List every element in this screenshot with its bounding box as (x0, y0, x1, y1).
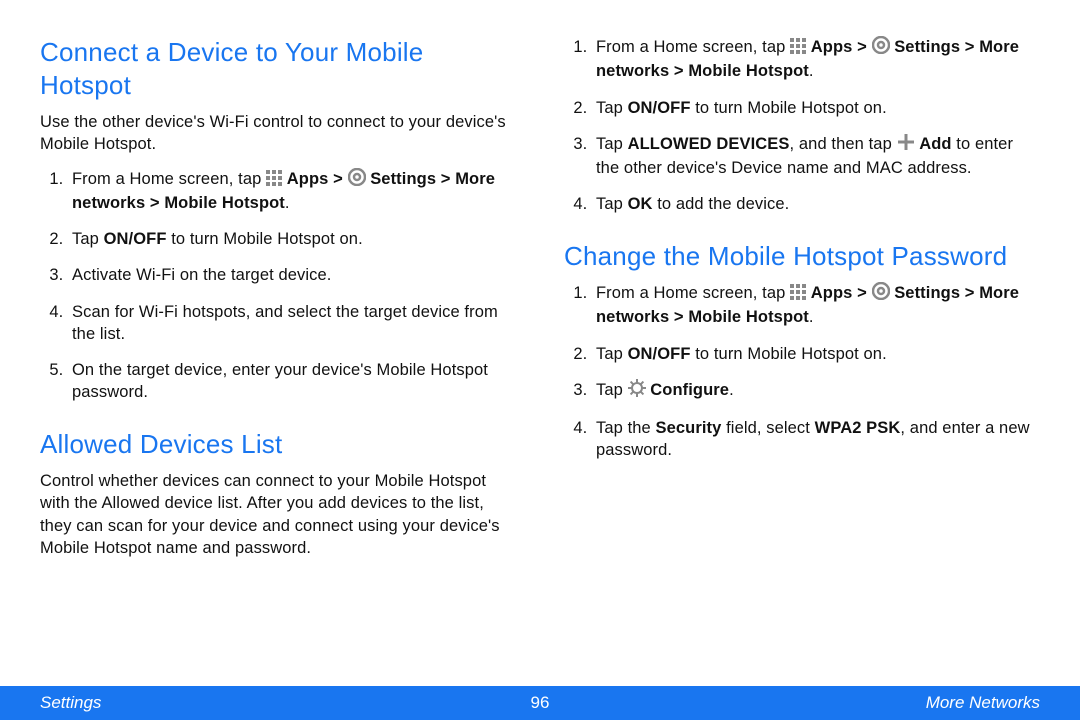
footer-right: More Networks (926, 693, 1040, 713)
text: to turn Mobile Hotspot on. (691, 345, 887, 363)
apps-grid-icon (790, 38, 806, 60)
intro-connect: Use the other device's Wi-Fi control to … (40, 111, 516, 156)
bold: Security (656, 419, 722, 437)
page-body: Connect a Device to Your Mobile Hotspot … (0, 0, 1080, 680)
text: . (729, 381, 734, 399)
gear-cog-icon (628, 379, 646, 403)
page-number: 96 (531, 693, 550, 713)
left-column: Connect a Device to Your Mobile Hotspot … (40, 36, 516, 680)
text: Tap (596, 345, 628, 363)
text: , and then tap (790, 135, 897, 153)
intro-allowed: Control whether devices can connect to y… (40, 470, 516, 559)
bold: WPA2 PSK (815, 419, 901, 437)
step: Tap ALLOWED DEVICES, and then tap Add to… (592, 133, 1040, 180)
bold: ON/OFF (104, 230, 167, 248)
steps-connect: From a Home screen, tap Apps > Settings … (40, 168, 516, 404)
step: On the target device, enter your device'… (68, 359, 516, 404)
bold: ON/OFF (628, 99, 691, 117)
heading-password: Change the Mobile Hotspot Password (564, 240, 1040, 273)
plus-icon (897, 133, 915, 157)
bold: Configure (650, 381, 729, 399)
page-footer: Settings 96 More Networks (0, 686, 1080, 720)
steps-password: From a Home screen, tap Apps > Settings … (564, 282, 1040, 462)
step: Tap OK to add the device. (592, 193, 1040, 215)
step: Tap ON/OFF to turn Mobile Hotspot on. (592, 343, 1040, 365)
text: . (809, 308, 814, 326)
step: Tap the Security field, select WPA2 PSK,… (592, 417, 1040, 462)
step: From a Home screen, tap Apps > Settings … (592, 36, 1040, 83)
text: to turn Mobile Hotspot on. (691, 99, 887, 117)
text: From a Home screen, tap (596, 284, 790, 302)
bold: Apps > (811, 284, 872, 302)
steps-allowed: From a Home screen, tap Apps > Settings … (564, 36, 1040, 216)
apps-grid-icon (266, 170, 282, 192)
bold: Apps > (811, 38, 872, 56)
step: From a Home screen, tap Apps > Settings … (592, 282, 1040, 329)
step: Tap ON/OFF to turn Mobile Hotspot on. (68, 228, 516, 250)
settings-ring-icon (348, 168, 366, 192)
bold: ON/OFF (628, 345, 691, 363)
step: Tap Configure. (592, 379, 1040, 403)
bold: OK (628, 195, 653, 213)
settings-ring-icon (872, 36, 890, 60)
footer-left: Settings (40, 693, 101, 713)
text: to add the device. (653, 195, 790, 213)
settings-ring-icon (872, 282, 890, 306)
text: Tap the (596, 419, 656, 437)
apps-grid-icon (790, 284, 806, 306)
text: From a Home screen, tap (596, 38, 790, 56)
right-column: From a Home screen, tap Apps > Settings … (564, 36, 1040, 680)
text: Tap (72, 230, 104, 248)
heading-allowed: Allowed Devices List (40, 428, 516, 461)
text: From a Home screen, tap (72, 170, 266, 188)
step: Activate Wi-Fi on the target device. (68, 264, 516, 286)
text: Tap (596, 381, 628, 399)
bold: Apps > (287, 170, 348, 188)
bold: ALLOWED DEVICES (628, 135, 790, 153)
text: Tap (596, 195, 628, 213)
step: Scan for Wi-Fi hotspots, and select the … (68, 301, 516, 346)
text: Tap (596, 135, 628, 153)
step: From a Home screen, tap Apps > Settings … (68, 168, 516, 215)
text: to turn Mobile Hotspot on. (167, 230, 363, 248)
text: . (809, 62, 814, 80)
bold: Add (919, 135, 951, 153)
text: Tap (596, 99, 628, 117)
step: Tap ON/OFF to turn Mobile Hotspot on. (592, 97, 1040, 119)
text: field, select (721, 419, 814, 437)
heading-connect: Connect a Device to Your Mobile Hotspot (40, 36, 516, 101)
text: . (285, 194, 290, 212)
